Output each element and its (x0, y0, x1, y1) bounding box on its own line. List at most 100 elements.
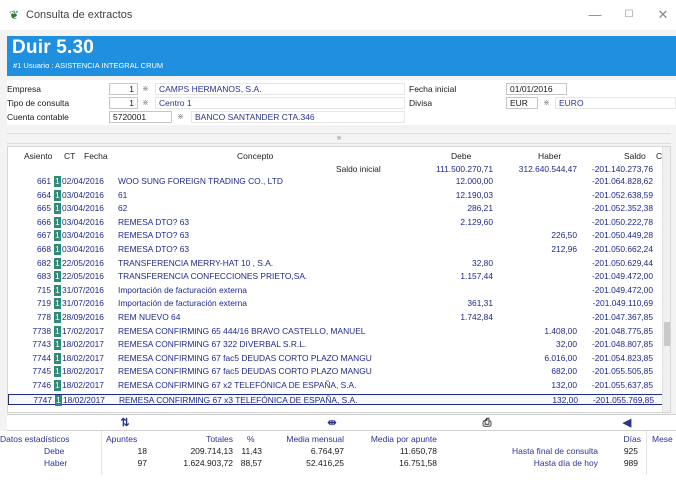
table-row[interactable]: 7743 1 18/02/2017 REMESA CONFIRMING 67 322 … (8, 339, 668, 351)
cell-asiento: 719 (37, 298, 51, 309)
window-title: Consulta de extractos (26, 9, 133, 21)
cell-concepto: 62 (118, 203, 128, 214)
cell-debe: 1.157,44 (460, 271, 493, 282)
tipo-label: Tipo de consulta (7, 98, 70, 108)
cell-fecha: 22/05/2016 (62, 257, 104, 268)
collapse-toggle[interactable]: ⋇ (7, 133, 671, 144)
cell-ct: 1 (54, 257, 61, 269)
empresa-row: Empresa 1 ⋇ CAMPS HERMANOS, S.A. Fecha i… (7, 83, 676, 96)
cuenta-code-input[interactable]: 5720001 (109, 111, 172, 123)
grid-scrollbar[interactable] (662, 147, 670, 412)
col-asiento-header[interactable]: Asiento (24, 151, 52, 161)
cell-concepto: TRANSFERENCIA MERRY-HAT 10 , S.A. (118, 257, 274, 268)
scroll-thumb[interactable] (664, 322, 670, 346)
cell-fecha: 03/04/2016 (62, 189, 104, 200)
cell-ct: 1 (55, 394, 62, 406)
cell-saldo: -201.064.828,62 (591, 176, 653, 186)
hasta-final-dias: 925 (623, 446, 638, 456)
table-row[interactable]: 668 1 03/04/2016 REMESA DTO? 63 212,96 -201.0… (8, 244, 668, 255)
cell-concepto: REMESA CONFIRMING 67 322 DIVERBAL S.R.L. (118, 339, 307, 350)
cell-concepto: REMESA DTO? 63 (118, 216, 190, 227)
stats-debe-apuntes: 18 (137, 446, 147, 456)
cuenta-lookup-icon[interactable]: ⋇ (175, 111, 186, 123)
filter-icon[interactable]: ⇹ (324, 416, 340, 430)
table-row[interactable]: 661 1 02/04/2016 WOO SUNG FOREIGN TRADING C… (8, 176, 668, 187)
stats-title: Datos estadísticos (0, 434, 70, 444)
sort-icon[interactable]: ⇅ (117, 416, 133, 430)
col-debe-header[interactable]: Debe (451, 151, 471, 161)
cell-saldo: -201.052.638,59 (591, 189, 653, 200)
empresa-code-input[interactable]: 1 (109, 83, 138, 95)
table-row[interactable]: 683 1 22/05/2016 TRANSFERENCIA CONFECCIONES… (8, 271, 668, 283)
cell-concepto: Importación de facturación externa (118, 284, 247, 295)
empresa-lookup-icon[interactable]: ⋇ (140, 83, 151, 95)
table-row[interactable]: 666 1 03/04/2016 REMESA DTO? 63 2.129,60 -201… (8, 216, 668, 228)
cell-ct: 1 (54, 325, 61, 337)
tipo-lookup-icon[interactable]: ⋇ (140, 97, 151, 109)
table-row[interactable]: 7738 1 17/02/2017 REMESA CONFIRMING 65 444/… (8, 325, 668, 337)
table-row[interactable]: 665 1 03/04/2016 62 286,21 -201.052.352,38 (8, 203, 668, 215)
table-row[interactable]: 667 1 03/04/2016 REMESA DTO? 63 226,50 -201.0… (8, 230, 668, 242)
cell-asiento: 7747 (33, 394, 52, 405)
col-saldo-header[interactable]: Saldo (624, 151, 646, 161)
stats-debe-media-mensual: 6.764,97 (310, 446, 344, 456)
print-icon[interactable]: ⎙ (479, 416, 495, 430)
table-row[interactable]: 7744 1 18/02/2017 REMESA CONFIRMING 67 fac5… (8, 352, 668, 364)
col-concepto-header[interactable]: Concepto (237, 151, 273, 161)
cell-fecha: 18/02/2017 (62, 366, 104, 377)
stats-pct-header: % (247, 434, 255, 444)
cell-saldo: -201.050.629,44 (591, 257, 653, 268)
col-fecha-header[interactable]: Fecha (84, 151, 108, 161)
cell-fecha: 03/04/2016 (62, 244, 104, 254)
chart-icon[interactable]: ◀ (619, 416, 635, 430)
cell-haber: 682,00 (551, 366, 577, 377)
minimize-button[interactable]: — (585, 7, 605, 23)
maximize-button[interactable]: ☐ (619, 7, 639, 23)
col-haber-header[interactable]: Haber (538, 151, 561, 161)
stats-media-mensual-header: Media mensual (286, 434, 344, 444)
cell-fecha: 18/02/2017 (62, 352, 104, 363)
cell-asiento: 778 (37, 312, 51, 322)
tipo-code-input[interactable]: 1 (109, 97, 138, 109)
app-banner: Duir 5.30 #1 Usuario : ASISTENCIA INTEGR… (7, 36, 676, 76)
cell-ct: 1 (54, 339, 61, 351)
cuenta-name-field: BANCO SANTANDER CTA.346 (191, 111, 405, 123)
cell-concepto: REMESA CONFIRMING 65 444/16 BRAVO CASTEL… (118, 325, 366, 336)
cell-fecha: 02/04/2016 (62, 176, 104, 186)
cell-fecha: 03/04/2016 (62, 230, 104, 241)
table-row[interactable]: 715 1 31/07/2016 Importación de facturación… (8, 284, 668, 296)
cell-asiento: 7743 (32, 339, 51, 350)
close-button[interactable]: ✕ (653, 7, 673, 23)
cell-haber: 6.016,00 (544, 352, 577, 363)
user-line: #1 Usuario : ASISTENCIA INTEGRAL CRUM (13, 61, 164, 70)
cell-asiento: 7745 (32, 366, 51, 377)
cell-ct: 1 (54, 352, 61, 364)
cell-concepto: REMESA CONFIRMING 67 fac5 DEUDAS CORTO P… (118, 352, 372, 363)
table-row[interactable]: 719 1 31/07/2016 Importación de facturación… (8, 298, 668, 310)
cell-fecha: 18/02/2017 (62, 339, 104, 350)
divisa-code-input[interactable]: EUR (506, 97, 538, 109)
fecha-inicial-label: Fecha inicial (409, 84, 457, 94)
hasta-hoy-label: Hasta día de hoy (533, 458, 598, 468)
table-row[interactable]: 7745 1 18/02/2017 REMESA CONFIRMING 67 fac5… (8, 366, 668, 378)
fecha-inicial-input[interactable]: 01/01/2016 (506, 83, 567, 95)
table-row[interactable]: 7746 1 18/02/2017 REMESA CONFIRMING 67 x2 T… (8, 380, 668, 391)
stats-media-apunte-header: Media por apunte (370, 434, 437, 444)
cell-haber: 212,96 (551, 244, 577, 254)
hasta-final-label: Hasta final de consulta (512, 446, 598, 456)
cell-ct: 1 (54, 380, 61, 391)
table-row[interactable]: 682 1 22/05/2016 TRANSFERENCIA MERRY-HAT 10… (8, 257, 668, 269)
divisa-lookup-icon[interactable]: ⋇ (541, 97, 552, 109)
col-ct-header[interactable]: CT (64, 151, 75, 161)
table-row[interactable]: 7747 1 18/02/2017 REMESA CONFIRMING 67 x3 T… (8, 393, 668, 406)
cell-ct: 1 (54, 176, 61, 187)
cuenta-label: Cuenta contable (7, 112, 69, 122)
cell-saldo: -201.055.505,85 (591, 366, 653, 377)
table-row[interactable]: 664 1 03/04/2016 61 12.190,03 -201.052.638,59 (8, 189, 668, 201)
extracts-window: ❦ Consulta de extractos — ☐ ✕ Duir 5.30 … (0, 0, 676, 482)
cell-concepto: REMESA CONFIRMING 67 x3 TELEFÓNICA DE ES… (119, 394, 358, 405)
title-bar: ❦ Consulta de extractos — ☐ ✕ (0, 0, 676, 30)
stats-totales-header: Totales (206, 434, 233, 444)
table-row[interactable]: 778 1 28/09/2016 REM NUEVO 64 1.742,84 -201.0… (8, 312, 668, 323)
cell-saldo: -201.049.110,69 (592, 298, 653, 309)
